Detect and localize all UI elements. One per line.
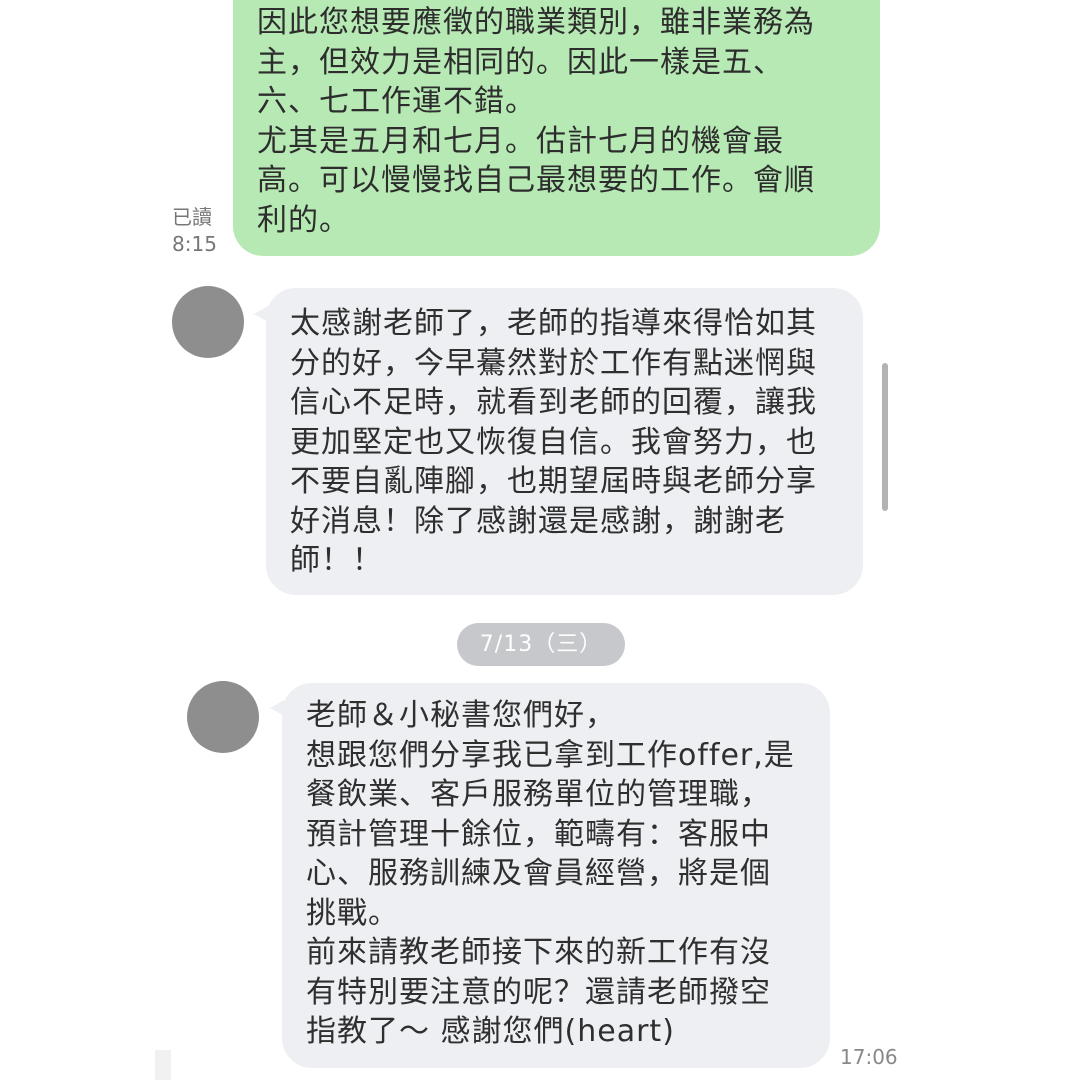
incoming-message-text: 太感謝老師了，老師的指導來得恰如其 分的好，今早驀然對於工作有點迷惘與 信心不足… [290,306,817,578]
message-time: 8:15 [172,232,217,256]
scrollbar-thumb[interactable] [882,363,888,511]
read-status: 已讀 [172,205,212,229]
incoming-message-bubble[interactable]: 太感謝老師了，老師的指導來得恰如其 分的好，今早驀然對於工作有點迷惘與 信心不足… [266,288,863,595]
input-edge [155,1050,171,1080]
sender-avatar[interactable] [172,286,244,358]
outgoing-message-meta: 已讀 8:15 [172,204,220,258]
incoming-message-text: 老師＆小秘書您們好， 想跟您們分享我已拿到工作offer,是 餐飲業、客戶服務單… [306,698,795,1049]
outgoing-message-text: 因此您想要應徵的職業類別，雖非業務為 主，但效力是相同的。因此一樣是五、 六、七… [257,5,815,238]
date-separator: 7/13（三） [457,623,625,666]
incoming-message-bubble[interactable]: 老師＆小秘書您們好， 想跟您們分享我已拿到工作offer,是 餐飲業、客戶服務單… [282,683,830,1068]
outgoing-message-bubble[interactable]: 因此您想要應徵的職業類別，雖非業務為 主，但效力是相同的。因此一樣是五、 六、七… [233,0,880,256]
sender-avatar[interactable] [187,681,259,753]
message-time: 17:06 [840,1045,898,1069]
